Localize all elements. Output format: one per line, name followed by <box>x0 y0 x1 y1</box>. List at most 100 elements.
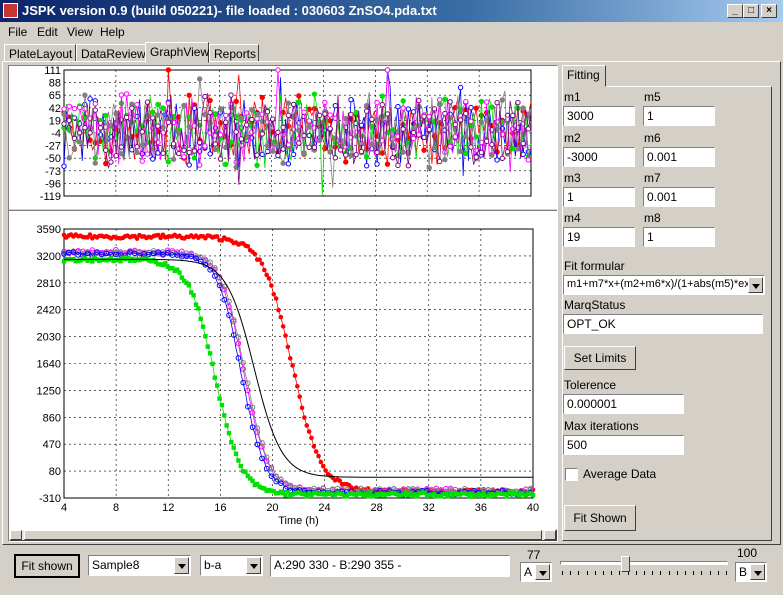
param-m6-input[interactable]: 0.001 <box>643 147 715 167</box>
chart-horizontal-scrollbar[interactable] <box>9 529 557 541</box>
residuals-point <box>92 160 99 166</box>
fit-formular-label: Fit formular <box>564 259 625 273</box>
kinetics-point <box>212 375 218 380</box>
param-m8-input[interactable]: 1 <box>643 227 715 247</box>
param-m4-input[interactable]: 19 <box>563 227 635 247</box>
residuals-point <box>452 121 459 128</box>
tab-platelayout[interactable]: PlateLayout <box>4 44 76 62</box>
tolerence-input[interactable]: 0.000001 <box>563 394 684 414</box>
fit-shown-panel-button[interactable]: Fit Shown <box>564 505 636 531</box>
kinetics-point <box>309 435 314 441</box>
residuals-point <box>426 165 432 171</box>
param-m3-input[interactable]: 1 <box>563 187 635 207</box>
residuals-point <box>494 157 500 163</box>
param-m3-label: m3 <box>564 171 581 185</box>
kinetics-y-tick-label: 1250 <box>37 385 61 397</box>
residuals-point <box>181 154 187 160</box>
kinetics-point <box>269 283 274 288</box>
residuals-point <box>61 163 67 169</box>
kinetics-point <box>224 423 229 428</box>
b-select[interactable]: B <box>735 562 767 582</box>
slider-tick <box>635 571 637 575</box>
fit-shown-button[interactable]: Fit shown <box>14 554 80 578</box>
param-m7-input[interactable]: 0.001 <box>643 187 715 207</box>
residuals-point <box>374 116 380 123</box>
residuals-point <box>150 156 156 162</box>
residuals-point <box>426 126 432 133</box>
kinetics-point <box>295 383 300 389</box>
slider-thumb[interactable] <box>621 556 630 572</box>
kinetics-point <box>280 324 286 329</box>
residuals-point <box>322 111 328 117</box>
residuals-point <box>431 106 438 112</box>
tab-fitting[interactable]: Fitting <box>562 65 606 87</box>
residuals-point <box>134 144 140 150</box>
marq-status-label: MarqStatus <box>564 298 626 312</box>
param-m2-input[interactable]: -3000 <box>563 147 635 167</box>
average-data-checkbox[interactable] <box>565 468 578 481</box>
residuals-point <box>410 135 417 142</box>
menu-help[interactable]: Help <box>100 25 125 39</box>
residuals-y-tick-label: 111 <box>44 66 61 77</box>
chevron-down-icon[interactable] <box>535 564 550 580</box>
sample-select[interactable]: Sample8 <box>88 555 191 576</box>
chevron-down-icon[interactable] <box>246 557 261 574</box>
menu-file[interactable]: File <box>8 25 27 39</box>
residuals-point <box>280 131 286 138</box>
residuals-point <box>410 129 417 136</box>
residuals-y-tick-label: -4 <box>51 128 61 140</box>
mode-select[interactable]: b-a <box>200 555 263 576</box>
tab-graphview[interactable]: GraphView <box>145 42 209 63</box>
residuals-point <box>353 151 359 158</box>
residuals-point <box>353 109 359 116</box>
residuals-point <box>165 67 172 73</box>
slider-b-value: 100 <box>737 546 758 560</box>
residuals-point <box>473 105 479 111</box>
param-m1-input[interactable]: 3000 <box>563 106 635 126</box>
chevron-down-icon[interactable] <box>174 557 189 574</box>
residuals-point <box>374 99 380 106</box>
menu-edit[interactable]: Edit <box>37 25 58 39</box>
param-m5-input[interactable]: 1 <box>643 106 715 126</box>
chevron-down-icon[interactable] <box>750 564 765 580</box>
residuals-point <box>223 112 229 119</box>
residuals-point <box>400 149 406 155</box>
max-iterations-input[interactable]: 500 <box>563 435 684 455</box>
residuals-point <box>103 147 109 153</box>
set-limits-button[interactable]: Set Limits <box>564 346 636 370</box>
residuals-point <box>379 101 385 108</box>
residuals-point <box>379 113 385 120</box>
residuals-point <box>264 143 271 149</box>
kinetics-y-tick-label: 80 <box>49 466 61 478</box>
scroll-thumb[interactable] <box>24 530 542 540</box>
close-button[interactable]: × <box>761 4 777 18</box>
a-select[interactable]: A <box>520 562 552 582</box>
residuals-point <box>463 98 469 105</box>
residuals-point <box>504 149 511 155</box>
minimize-button[interactable]: _ <box>727 4 743 18</box>
slider-track[interactable] <box>560 561 728 565</box>
tab-datareview[interactable]: DataReview <box>76 44 146 62</box>
residuals-point <box>337 147 344 153</box>
tab-reports[interactable]: Reports <box>209 44 259 62</box>
fit-formular-select[interactable]: m1+m7*x+(m2+m6*x)/(1+abs(m5)*exp( <box>563 275 765 295</box>
residuals-point <box>473 154 479 160</box>
scroll-right-button[interactable] <box>544 530 556 540</box>
slider-tick <box>660 571 662 575</box>
menu-view[interactable]: View <box>67 25 93 39</box>
b-select-value: B <box>739 565 748 579</box>
chevron-down-icon[interactable] <box>748 277 763 293</box>
slider-tick <box>570 571 572 575</box>
residuals-point <box>92 101 99 107</box>
residuals-point <box>520 105 526 111</box>
residuals-point <box>499 97 506 103</box>
kinetics-x-tick-label: 8 <box>113 502 119 514</box>
residuals-point <box>108 123 114 129</box>
scroll-left-button[interactable] <box>10 530 22 540</box>
kinetics-point <box>299 405 305 411</box>
residuals-point <box>155 123 161 129</box>
residuals-y-tick-label: 19 <box>49 115 61 127</box>
residuals-point <box>92 107 99 113</box>
maximize-button[interactable]: □ <box>743 4 759 18</box>
kinetics-point <box>210 361 215 367</box>
